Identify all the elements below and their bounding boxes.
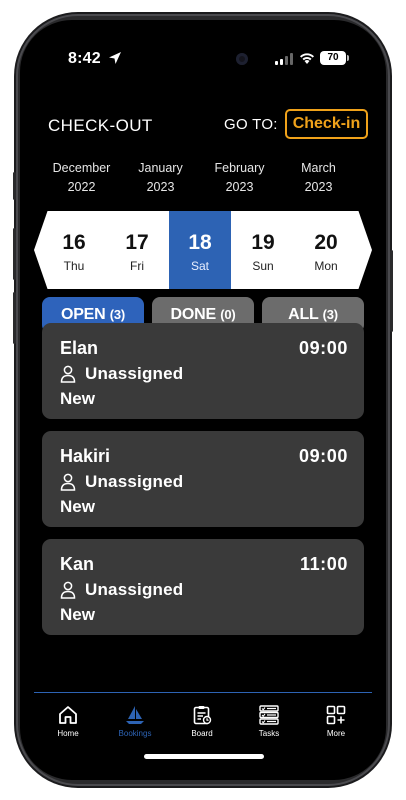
battery-icon: 70 bbox=[320, 51, 349, 65]
booking-card[interactable]: Hakiri 09:00 Unassigned New bbox=[42, 431, 364, 527]
month-december[interactable]: December 2022 bbox=[42, 159, 121, 197]
tasks-list-icon bbox=[259, 705, 279, 725]
checkin-button[interactable]: Check-in bbox=[285, 109, 368, 139]
side-button bbox=[13, 172, 16, 200]
person-icon bbox=[60, 581, 76, 599]
booking-name: Elan bbox=[60, 338, 99, 358]
month-year: 2022 bbox=[67, 180, 96, 194]
day-weekday: Sat bbox=[190, 259, 209, 273]
booking-status: New bbox=[60, 605, 95, 624]
day-number: 19 bbox=[251, 231, 275, 254]
day-number: 20 bbox=[314, 231, 338, 254]
filter-count: (3) bbox=[109, 307, 126, 322]
filter-count: (3) bbox=[322, 307, 339, 322]
booking-status: New bbox=[60, 389, 95, 408]
filter-label: ALL bbox=[288, 306, 319, 323]
booking-time: 09:00 bbox=[298, 338, 348, 358]
month-name: March bbox=[301, 161, 336, 175]
month-january[interactable]: January 2023 bbox=[121, 159, 200, 197]
month-name: December bbox=[52, 161, 111, 175]
booking-assignee: Unassigned bbox=[85, 364, 184, 383]
booking-status: New bbox=[60, 497, 95, 516]
month-march[interactable]: March 2023 bbox=[279, 159, 358, 197]
day-18-selected[interactable]: 18 Sat bbox=[169, 211, 231, 289]
tab-home[interactable]: Home bbox=[38, 704, 98, 738]
filter-label: OPEN bbox=[60, 306, 106, 323]
day-number: 16 bbox=[62, 231, 86, 254]
day-number: 18 bbox=[188, 231, 212, 254]
person-icon bbox=[60, 365, 76, 383]
day-19[interactable]: 19 Sun bbox=[232, 211, 294, 289]
goto-label: GO TO: bbox=[224, 116, 278, 133]
status-bar: 8:42 70 bbox=[20, 20, 386, 76]
volume-down-button bbox=[13, 292, 16, 344]
day-weekday: Mon bbox=[314, 259, 338, 273]
clipboard-icon bbox=[193, 706, 212, 725]
booking-name: Kan bbox=[60, 554, 95, 574]
grid-plus-icon bbox=[326, 705, 346, 725]
day-20[interactable]: 20 Mon bbox=[295, 211, 357, 289]
tab-tasks[interactable]: Tasks bbox=[239, 704, 299, 738]
screen: 8:42 70 CHECK-OUT GO TO: Check-in Decemb… bbox=[20, 20, 386, 780]
wifi-icon bbox=[300, 53, 314, 64]
booking-assignee: Unassigned bbox=[85, 472, 184, 491]
tab-bookings[interactable]: Bookings bbox=[105, 704, 165, 738]
month-selector: December 2022 January 2023 February 2023 Ma… bbox=[42, 159, 367, 197]
power-button bbox=[390, 250, 393, 332]
month-year: 2023 bbox=[146, 180, 175, 194]
page-title: CHECK-OUT bbox=[48, 116, 153, 135]
cellular-signal-icon bbox=[275, 53, 293, 65]
booking-assignee: Unassigned bbox=[85, 580, 184, 599]
home-icon bbox=[59, 706, 77, 724]
booking-time: 09:00 bbox=[298, 446, 348, 466]
tab-label: Bookings bbox=[118, 729, 152, 738]
day-weekday: Thu bbox=[63, 259, 85, 273]
tab-label: Board bbox=[191, 729, 213, 738]
tab-label: More bbox=[326, 729, 346, 738]
filter-label: DONE bbox=[170, 306, 217, 323]
day-selector: 16 Thu 17 Fri 18 Sat 19 Sun 20 Mon bbox=[34, 211, 372, 289]
filter-count: (0) bbox=[220, 307, 236, 322]
booking-name: Hakiri bbox=[60, 446, 111, 466]
day-17[interactable]: 17 Fri bbox=[106, 211, 168, 289]
tab-label: Home bbox=[57, 729, 79, 738]
booking-card[interactable]: Elan 09:00 Unassigned New bbox=[42, 323, 364, 419]
camera-icon bbox=[236, 53, 248, 65]
day-number: 17 bbox=[125, 231, 149, 254]
month-year: 2023 bbox=[225, 180, 254, 194]
tab-label: Tasks bbox=[258, 729, 280, 738]
month-name: February bbox=[214, 161, 265, 175]
clock: 8:42 bbox=[68, 50, 101, 67]
location-arrow-icon bbox=[109, 52, 121, 64]
dynamic-island bbox=[150, 42, 262, 76]
sailboat-icon bbox=[126, 706, 144, 724]
booking-card[interactable]: Kan 11:00 Unassigned New bbox=[42, 539, 364, 635]
tabbar-divider bbox=[34, 692, 372, 693]
tab-more[interactable]: More bbox=[306, 704, 366, 738]
day-weekday: Fri bbox=[130, 259, 144, 273]
month-february[interactable]: February 2023 bbox=[200, 159, 279, 197]
month-year: 2023 bbox=[304, 180, 333, 194]
day-weekday: Sun bbox=[252, 259, 274, 273]
home-indicator[interactable] bbox=[144, 754, 264, 759]
person-icon bbox=[60, 473, 76, 491]
month-name: January bbox=[138, 161, 183, 175]
tab-board[interactable]: Board bbox=[172, 704, 232, 738]
volume-up-button bbox=[13, 228, 16, 280]
booking-time: 11:00 bbox=[299, 554, 348, 574]
day-16[interactable]: 16 Thu bbox=[43, 211, 105, 289]
